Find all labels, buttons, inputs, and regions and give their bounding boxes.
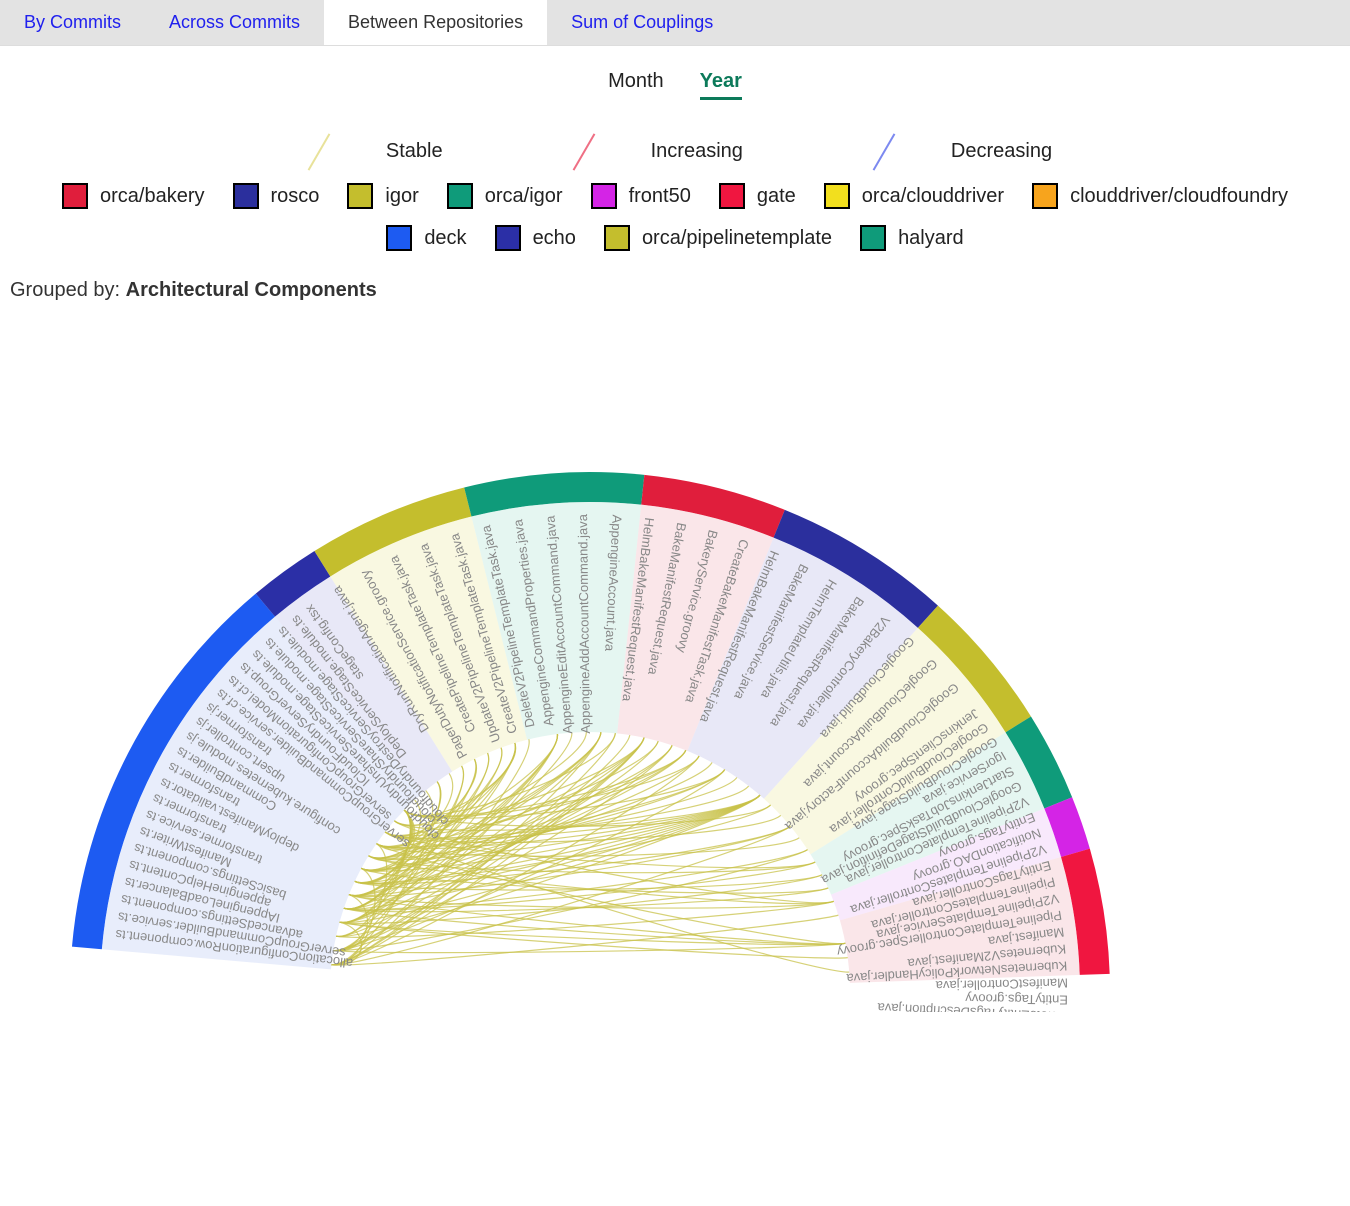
- category-legend: orca/bakery rosco igor orca/igor front50 gate…: [0, 175, 1350, 275]
- legend-category-front50[interactable]: front50: [591, 183, 691, 209]
- legend-category-rosco[interactable]: rosco: [233, 183, 320, 209]
- grouped-by-value: Architectural Components: [126, 279, 377, 301]
- legend-stable-label: Stable: [386, 140, 443, 163]
- tab-by-commits[interactable]: By Commits: [0, 0, 145, 45]
- swatch-icon: [860, 225, 886, 251]
- legend-category-label: igor: [385, 185, 418, 208]
- line-increasing-icon: [572, 133, 595, 170]
- swatch-icon: [591, 183, 617, 209]
- legend-decreasing-label: Decreasing: [951, 140, 1052, 163]
- legend-category-orca-bakery[interactable]: orca/bakery: [62, 183, 205, 209]
- line-decreasing-icon: [873, 133, 896, 170]
- swatch-icon: [386, 225, 412, 251]
- svg-text:ManifestController.java: ManifestController.java: [935, 976, 1068, 994]
- swatch-icon: [824, 183, 850, 209]
- legend-increasing-label: Increasing: [651, 140, 743, 163]
- legend-category-orca-igor[interactable]: orca/igor: [447, 183, 563, 209]
- trend-legend: Stable Increasing Decreasing: [0, 108, 1350, 175]
- swatch-icon: [233, 183, 259, 209]
- swatch-icon: [347, 183, 373, 209]
- legend-category-label: orca/igor: [485, 185, 563, 208]
- legend-decreasing: Decreasing: [863, 140, 1052, 163]
- legend-category-deck[interactable]: deck: [386, 225, 466, 251]
- file-label[interactable]: AppengineAddAccountCommand.java: [575, 513, 593, 734]
- tab-sum-of-couplings[interactable]: Sum of Couplings: [547, 0, 737, 45]
- swatch-icon: [1032, 183, 1058, 209]
- legend-category-halyard[interactable]: halyard: [860, 225, 964, 251]
- legend-category-echo[interactable]: echo: [495, 225, 576, 251]
- svg-text:EntityTags.groovy: EntityTags.groovy: [965, 991, 1068, 1008]
- subtab-year[interactable]: Year: [700, 70, 742, 100]
- grouped-by-label: Grouped by:: [10, 279, 126, 301]
- legend-category-label: front50: [629, 185, 691, 208]
- time-range-tabs: Month Year: [0, 46, 1350, 108]
- legend-category-clouddriver-cloudfoundry[interactable]: clouddriver/cloudfoundry: [1032, 183, 1288, 209]
- legend-category-label: clouddriver/cloudfoundry: [1070, 185, 1288, 208]
- grouped-by-line: Grouped by: Architectural Components: [0, 275, 1350, 312]
- chord-diagram: allocationConfigurationRow.component.tss…: [10, 312, 1170, 1012]
- swatch-icon: [495, 225, 521, 251]
- legend-category-label: halyard: [898, 227, 964, 250]
- legend-category-label: echo: [533, 227, 576, 250]
- legend-category-label: orca/bakery: [100, 185, 205, 208]
- legend-increasing: Increasing: [563, 140, 743, 163]
- subtab-month[interactable]: Month: [608, 70, 664, 100]
- swatch-icon: [62, 183, 88, 209]
- svg-text:AppengineAddAccountCommand.jav: AppengineAddAccountCommand.java: [575, 513, 593, 734]
- legend-category-label: orca/pipelinetemplate: [642, 227, 832, 250]
- line-stable-icon: [308, 133, 331, 170]
- legend-category-label: rosco: [271, 185, 320, 208]
- swatch-icon: [604, 225, 630, 251]
- legend-category-igor[interactable]: igor: [347, 183, 418, 209]
- legend-category-gate[interactable]: gate: [719, 183, 796, 209]
- legend-category-label: gate: [757, 185, 796, 208]
- legend-category-label: deck: [424, 227, 466, 250]
- swatch-icon: [719, 183, 745, 209]
- file-label[interactable]: ManifestController.java: [935, 976, 1068, 994]
- tab-across-commits[interactable]: Across Commits: [145, 0, 324, 45]
- tab-strip: By Commits Across Commits Between Reposi…: [0, 0, 1350, 46]
- legend-category-orca-pipelinetemplate[interactable]: orca/pipelinetemplate: [604, 225, 832, 251]
- file-label[interactable]: EntityTags.groovy: [965, 991, 1068, 1008]
- tab-between-repositories[interactable]: Between Repositories: [324, 0, 547, 45]
- legend-stable: Stable: [298, 140, 443, 163]
- legend-category-label: orca/clouddriver: [862, 185, 1004, 208]
- legend-category-orca-clouddriver[interactable]: orca/clouddriver: [824, 183, 1004, 209]
- swatch-icon: [447, 183, 473, 209]
